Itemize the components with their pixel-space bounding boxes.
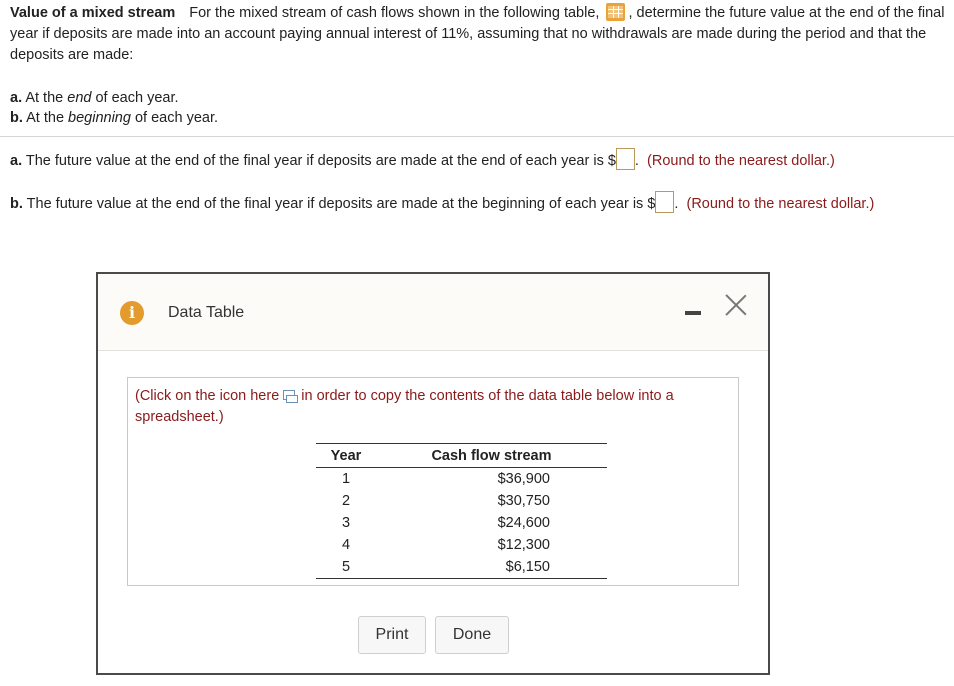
divider — [0, 136, 954, 137]
question-intro-1: For the mixed stream of cash flows shown… — [189, 5, 600, 21]
done-button[interactable]: Done — [435, 616, 509, 654]
table-row: 2 $30,750 — [341, 493, 550, 509]
table-row: 5 $6,150 — [316, 556, 607, 579]
question-text: Value of a mixed stream For the mixed str… — [10, 3, 945, 66]
answer-a-hint: (Round to the nearest dollar.) — [647, 153, 835, 169]
answer-a-text: The future value at the end of the final… — [25, 153, 616, 169]
data-table-icon[interactable] — [606, 3, 626, 21]
table-row: 1 $36,900 — [341, 471, 550, 487]
data-table-modal: i Data Table (Click on the icon here in o… — [96, 272, 770, 675]
copy-note: (Click on the icon here in order to copy … — [135, 388, 674, 425]
cash-flow-table: Year Cash flow stream 1 $36,900 2 $30,75… — [316, 443, 607, 579]
answer-a: a. The future value at the end of the fi… — [10, 148, 945, 173]
answer-b-input[interactable] — [655, 191, 675, 213]
modal-header: i Data Table — [98, 274, 768, 351]
header-cash-flow: Cash flow stream — [376, 443, 607, 468]
table-row: 4 $12,300 — [341, 537, 550, 553]
info-icon: i — [120, 301, 144, 325]
answer-b-hint: (Round to the nearest dollar.) — [686, 196, 875, 212]
data-table-panel: (Click on the icon here in order to copy … — [127, 377, 739, 586]
table-header-row: Year Cash flow stream — [316, 443, 607, 468]
table-row: 3 $24,600 — [341, 515, 550, 531]
answer-a-input[interactable] — [615, 148, 635, 170]
question-parts: a. At the end of each year. b. At the be… — [10, 88, 218, 128]
part-b: b. At the beginning of each year. — [10, 110, 219, 126]
part-a: a. At the end of each year. — [10, 90, 179, 106]
copy-icon[interactable] — [283, 390, 299, 403]
answer-b: b. The future value at the end of the fi… — [10, 191, 945, 216]
close-icon[interactable] — [725, 294, 747, 316]
question-title: Value of a mixed stream — [10, 5, 176, 21]
minimize-button[interactable] — [685, 311, 701, 315]
print-button[interactable]: Print — [358, 616, 426, 654]
header-year: Year — [316, 443, 376, 468]
answer-b-text: The future value at the end of the final… — [26, 196, 656, 212]
modal-title: Data Table — [168, 304, 245, 321]
